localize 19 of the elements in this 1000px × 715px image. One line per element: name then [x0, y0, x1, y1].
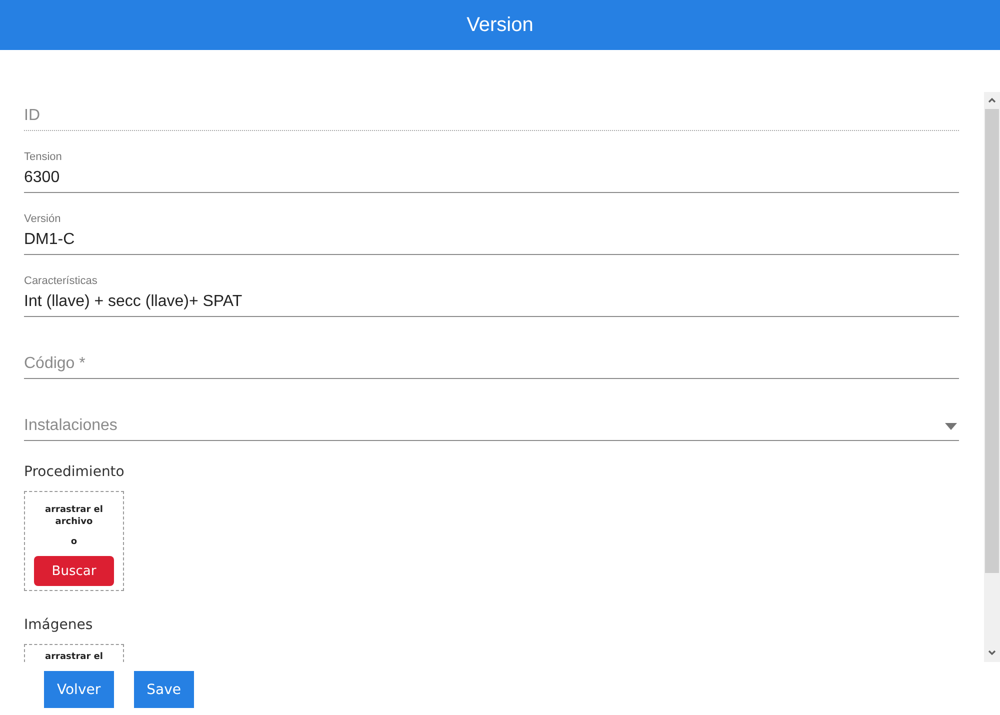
input-field[interactable]: DM1-C	[24, 230, 959, 255]
section-label: Procedimiento	[24, 463, 124, 482]
field-label: Tension	[24, 150, 63, 164]
browse-button[interactable]: Buscar	[34, 556, 114, 586]
drop-hint: arrastrar el archivo	[44, 504, 104, 528]
action-button[interactable]: Volver	[44, 671, 114, 708]
field-label: Versión	[24, 212, 62, 226]
drop-hint: arrastrar el	[44, 651, 104, 662]
action-button[interactable]: Save	[134, 671, 194, 708]
input-field[interactable]: 6300	[24, 168, 959, 193]
page-title: Version	[466, 14, 534, 36]
field-label: Características	[24, 274, 98, 288]
or-text: o	[70, 536, 78, 548]
dropdown-caret-icon[interactable]	[945, 423, 957, 430]
input-field[interactable]: Int (llave) + secc (llave)+ SPAT	[24, 292, 959, 317]
file-drop-zone[interactable]: arrastrar el archivo o Buscar	[24, 491, 124, 591]
section-label: Imágenes	[24, 616, 93, 635]
input-field[interactable]: Código *	[24, 354, 959, 379]
select-field[interactable]: Instalaciones	[24, 416, 959, 441]
